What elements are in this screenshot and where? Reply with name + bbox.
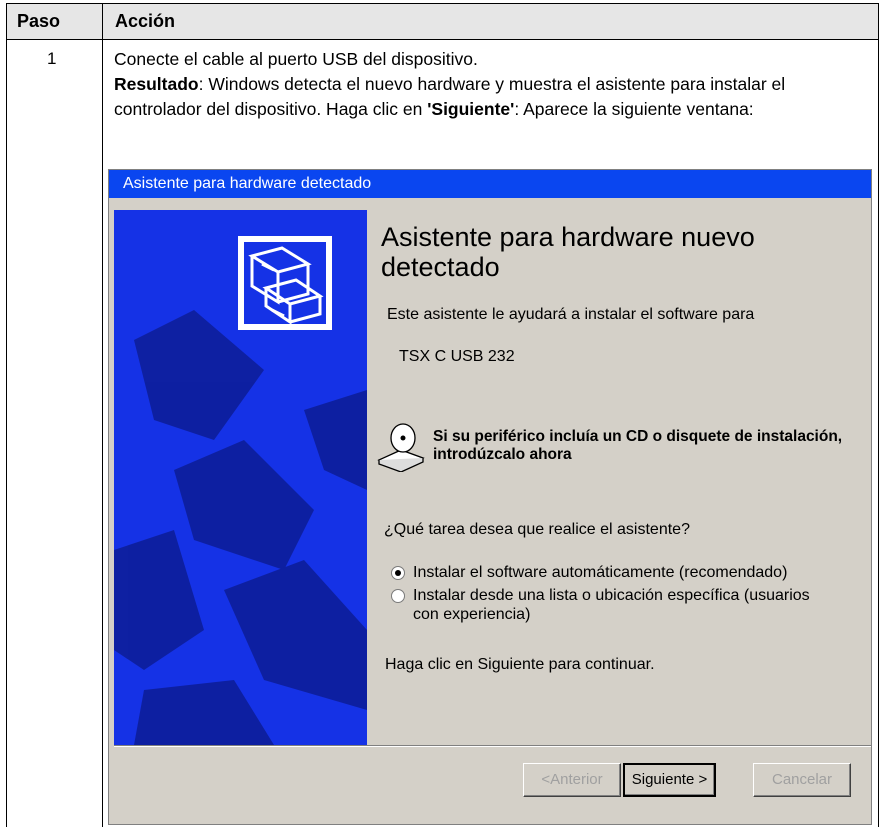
device-name: TSX C USB 232 bbox=[399, 348, 515, 365]
dialog-separator bbox=[114, 745, 871, 747]
result-next: 'Siguiente' bbox=[427, 99, 515, 119]
header-paso: Paso bbox=[17, 11, 61, 31]
dialog-titlebar: Asistente para hardware detectado bbox=[109, 170, 871, 198]
back-button[interactable]: <Anterior bbox=[523, 763, 621, 797]
step-number: 1 bbox=[47, 49, 57, 68]
radio-button-selected[interactable] bbox=[391, 566, 405, 580]
continue-note: Haga clic en Siguiente para continuar. bbox=[385, 656, 655, 673]
wizard-heading: Asistente para hardware nuevo detectado bbox=[381, 222, 755, 282]
step-line-1: Conecte el cable al puerto USB del dispo… bbox=[114, 49, 478, 69]
radio-button[interactable] bbox=[391, 589, 405, 603]
table-header: Paso Acción bbox=[6, 3, 879, 40]
result-label: Resultado bbox=[114, 74, 199, 94]
cancel-button[interactable]: Cancelar bbox=[753, 763, 851, 797]
table-column-divider bbox=[102, 3, 103, 827]
table-border-right bbox=[878, 39, 879, 827]
radio-selected-dot bbox=[395, 570, 401, 576]
wizard-intro: Este asistente le ayudará a instalar el … bbox=[387, 306, 755, 323]
step-description: Conecte el cable al puerto USB del dispo… bbox=[114, 47, 854, 122]
radio-manual-label[interactable]: Instalar desde una lista o ubicación esp… bbox=[413, 586, 813, 624]
table-border-left bbox=[6, 39, 7, 827]
radio-auto-label[interactable]: Instalar el software automáticamente (re… bbox=[413, 563, 787, 582]
result-tail: : Aparece la siguiente ventana: bbox=[514, 99, 754, 119]
next-button[interactable]: Siguiente > bbox=[623, 763, 716, 797]
procedure-table: Paso Acción 1 Conecte el cable al puerto… bbox=[6, 3, 879, 827]
task-question: ¿Qué tarea desea que realice el asistent… bbox=[384, 521, 690, 538]
step-result: Resultado: Windows detecta el nuevo hard… bbox=[114, 72, 854, 122]
hardware-wizard-icon bbox=[238, 236, 332, 330]
cd-drive-icon bbox=[377, 422, 425, 477]
wizard-side-panel bbox=[114, 210, 367, 745]
cd-note: Si su periférico incluía un CD o disquet… bbox=[433, 428, 843, 463]
header-accion: Acción bbox=[115, 11, 176, 31]
wizard-content: Asistente para hardware nuevo detectado … bbox=[367, 198, 871, 745]
hardware-wizard-dialog: Asistente para hardware detectado Asiste… bbox=[108, 169, 872, 825]
